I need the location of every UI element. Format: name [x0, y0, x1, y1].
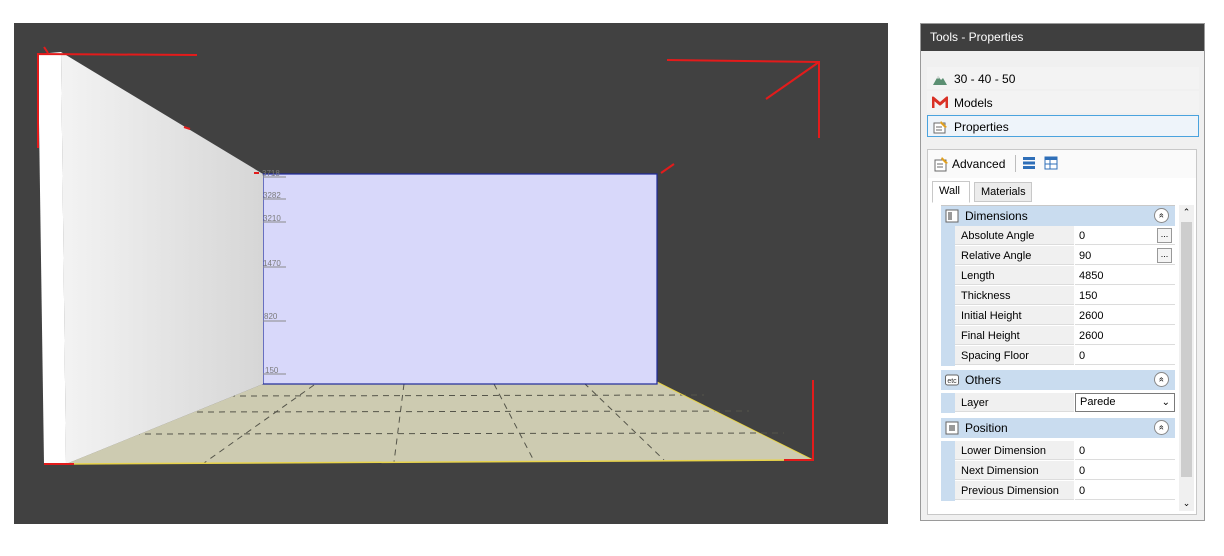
nav-item-label: 30 - 40 - 50	[954, 72, 1016, 86]
nav-item-label: Models	[954, 96, 993, 110]
ellipsis-button[interactable]: ...	[1157, 248, 1172, 263]
dimension-label: 820	[264, 312, 278, 321]
row-gutter	[941, 393, 955, 413]
property-name: Layer	[955, 393, 1074, 412]
nav-item-models[interactable]: Models	[927, 91, 1199, 113]
advanced-icon[interactable]	[933, 156, 949, 172]
dimension-label: 3210	[263, 214, 281, 223]
property-row-previous-dimension[interactable]: Previous Dimension 0	[941, 481, 1175, 501]
category-dimensions[interactable]: Dimensions «	[941, 206, 1175, 226]
property-row-spacing-floor[interactable]: Spacing Floor 0	[941, 346, 1175, 366]
dropdown-value: Parede	[1080, 396, 1116, 408]
category-label: Others	[965, 373, 1002, 387]
scroll-up-icon[interactable]: ⌃	[1179, 205, 1194, 220]
property-name: Relative Angle	[955, 246, 1074, 265]
property-value[interactable]: 2600	[1075, 326, 1175, 345]
property-value[interactable]: 0	[1075, 441, 1175, 460]
property-name: Length	[955, 266, 1074, 285]
row-gutter	[941, 441, 955, 461]
row-gutter	[941, 246, 955, 266]
property-name: Thickness	[955, 286, 1074, 305]
properties-toolbar: Advanced	[928, 150, 1196, 178]
advanced-button[interactable]: Advanced	[952, 157, 1005, 171]
property-row-absolute-angle[interactable]: Absolute Angle 0 ...	[941, 226, 1175, 246]
property-row-relative-angle[interactable]: Relative Angle 90 ...	[941, 246, 1175, 266]
row-gutter	[941, 266, 955, 286]
back-wall[interactable]	[262, 173, 658, 385]
etc-icon: etc	[945, 374, 959, 386]
position-icon	[945, 421, 959, 435]
dimension-label: 1470	[263, 259, 281, 268]
svg-text:etc: etc	[947, 378, 957, 385]
property-value[interactable]: 4850	[1075, 266, 1175, 285]
properties-pane: Advanced Wall Materials Dimensions « Abs…	[927, 149, 1197, 515]
property-name: Final Height	[955, 326, 1074, 345]
property-row-lower-dimension[interactable]: Lower Dimension 0	[941, 441, 1175, 461]
row-gutter	[941, 481, 955, 501]
scroll-down-icon[interactable]: ⌄	[1179, 496, 1194, 511]
category-label: Dimensions	[965, 209, 1028, 223]
dimension-label: 150	[265, 366, 279, 375]
models-icon	[932, 96, 948, 108]
mountain-icon	[933, 76, 947, 85]
property-value[interactable]: 0	[1075, 346, 1175, 365]
property-value[interactable]: 0	[1075, 481, 1175, 500]
row-gutter	[941, 226, 955, 246]
properties-icon	[933, 121, 947, 134]
scene-canvas[interactable]: 3718 3282 3210 1470 820 150	[14, 23, 888, 524]
collapse-icon[interactable]: «	[1154, 420, 1169, 435]
nav-item-properties[interactable]: Properties	[927, 115, 1199, 137]
property-value[interactable]: 0	[1075, 461, 1175, 480]
property-grid-scrollbar[interactable]: ⌃ ⌄	[1179, 205, 1194, 511]
tools-properties-panel: Tools - Properties 30 - 40 - 50 Models P…	[920, 23, 1205, 521]
property-row-layer[interactable]: Layer Parede ⌄	[941, 393, 1175, 413]
property-name: Next Dimension	[955, 461, 1074, 480]
tab-materials[interactable]: Materials	[974, 182, 1032, 202]
property-grid: Dimensions « Absolute Angle 0 ... Relati…	[941, 205, 1175, 512]
category-others[interactable]: etc Others «	[941, 370, 1175, 390]
dimensions-icon	[945, 209, 959, 223]
category-label: Position	[965, 421, 1008, 435]
property-name: Lower Dimension	[955, 441, 1074, 460]
property-name: Absolute Angle	[955, 226, 1074, 245]
nav-item-label: Properties	[954, 120, 1009, 134]
row-gutter	[941, 326, 955, 346]
chevron-down-icon: ⌄	[1161, 397, 1170, 408]
property-row-next-dimension[interactable]: Next Dimension 0	[941, 461, 1175, 481]
row-gutter	[941, 306, 955, 326]
nav-item-project[interactable]: 30 - 40 - 50	[927, 67, 1199, 89]
3d-viewport[interactable]: 3718 3282 3210 1470 820 150	[14, 23, 888, 524]
category-position[interactable]: Position «	[941, 418, 1175, 438]
scrollbar-thumb[interactable]	[1181, 222, 1192, 477]
property-name: Initial Height	[955, 306, 1074, 325]
property-value[interactable]: 150	[1075, 286, 1175, 305]
row-gutter	[941, 346, 955, 366]
row-gutter	[941, 461, 955, 481]
tab-wall[interactable]: Wall	[932, 181, 970, 203]
dimension-label: 3718	[262, 169, 280, 178]
row-gutter	[941, 286, 955, 306]
dimension-label: 3282	[263, 191, 281, 200]
property-row-initial-height[interactable]: Initial Height 2600	[941, 306, 1175, 326]
toolbar-divider	[1015, 155, 1016, 172]
panel-title: Tools - Properties	[921, 24, 1204, 51]
property-row-final-height[interactable]: Final Height 2600	[941, 326, 1175, 346]
ellipsis-button[interactable]: ...	[1157, 228, 1172, 243]
collapse-icon[interactable]: «	[1154, 372, 1169, 387]
property-row-thickness[interactable]: Thickness 150	[941, 286, 1175, 306]
property-name: Previous Dimension	[955, 481, 1074, 500]
collapse-icon[interactable]: «	[1154, 208, 1169, 223]
property-value[interactable]: 2600	[1075, 306, 1175, 325]
layer-dropdown[interactable]: Parede ⌄	[1075, 393, 1175, 412]
property-row-length[interactable]: Length 4850	[941, 266, 1175, 286]
table-view-icon[interactable]	[1044, 156, 1058, 170]
property-name: Spacing Floor	[955, 346, 1074, 365]
categorized-view-icon[interactable]	[1022, 156, 1036, 170]
